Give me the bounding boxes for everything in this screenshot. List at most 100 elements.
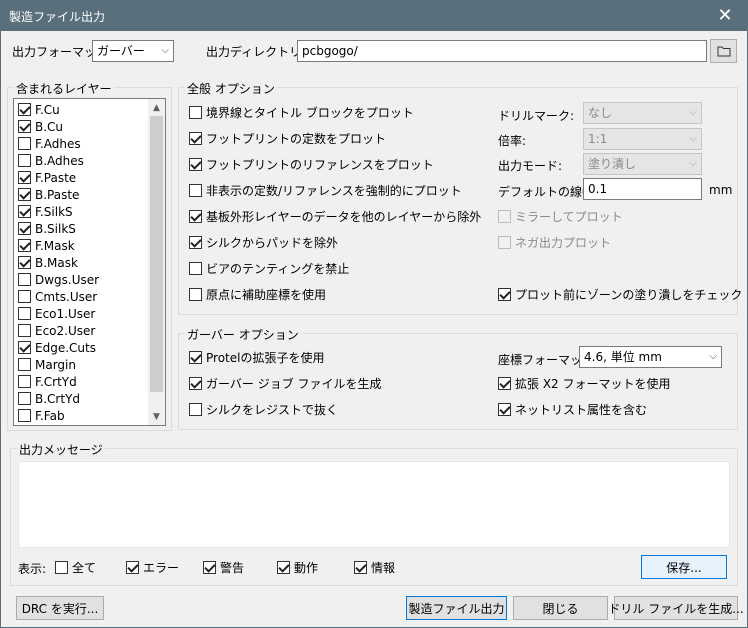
layer-item[interactable]: F.SilkS [18, 203, 73, 220]
filter-checkbox[interactable]: エラー [126, 559, 179, 575]
general-option-checkbox[interactable]: 非表示の定数/リファレンスを強制的にプロット [189, 182, 462, 198]
browse-folder-button[interactable] [710, 39, 737, 63]
general-option-checkbox[interactable]: 境界線とタイトル ブロックをプロット [189, 104, 414, 120]
layer-item[interactable]: F.Cu [18, 101, 60, 118]
layer-item[interactable]: B.Adhes [18, 152, 84, 169]
layer-item[interactable]: Cmts.User [18, 288, 97, 305]
checkbox-box [189, 183, 202, 197]
chevron-down-icon: ⌵ [709, 351, 717, 362]
plot-button[interactable]: 製造ファイル出力 [406, 596, 507, 620]
drill-mark-select[interactable]: なし ⌵ [583, 102, 702, 124]
gerber-option-checkbox-label: シルクをレジストで抜く [206, 402, 339, 417]
checkbox-box [354, 560, 367, 574]
checkbox-box [18, 392, 31, 405]
format-value: ガーバー [97, 44, 145, 58]
layer-name: Eco1.User [35, 306, 96, 321]
zone-check-checkbox[interactable]: プロット前にゾーンの塗り潰しをチェック [498, 286, 742, 302]
layer-item[interactable]: F.Paste [18, 169, 76, 186]
layer-item[interactable]: Dwgs.User [18, 271, 99, 288]
general-option-checkbox-label: ビアのテンティングを禁止 [206, 261, 350, 276]
line-width-input[interactable]: 0.1 [583, 178, 702, 200]
general-option-checkbox[interactable]: フットプリントの定数をプロット [189, 130, 386, 146]
mirror-checkbox[interactable]: ミラーしてプロット [498, 208, 623, 224]
netlist-attr-checkbox[interactable]: ネットリスト属性を含む [498, 401, 647, 417]
layer-item[interactable]: B.Cu [18, 118, 63, 135]
checkbox-box [18, 375, 31, 388]
generate-drill-button[interactable]: ドリル ファイルを生成... [608, 596, 744, 620]
layer-item[interactable]: Edge.Cuts [18, 339, 96, 356]
general-option-checkbox-label: フットプリントのリファレンスをプロット [206, 157, 434, 172]
general-option-checkbox[interactable]: 基板外形レイヤーのデータを他のレイヤーから除外 [189, 208, 481, 224]
checkbox-box [189, 105, 202, 119]
layer-item[interactable]: B.SilkS [18, 220, 76, 237]
layer-item[interactable]: F.Adhes [18, 135, 81, 152]
layer-item[interactable]: F.Mask [18, 237, 75, 254]
chevron-down-icon: ⌵ [689, 133, 697, 144]
layer-name: Eco2.User [35, 323, 96, 338]
checkbox-box [18, 154, 31, 167]
directory-input[interactable]: pcbgogo/ [297, 40, 707, 62]
checkbox-box [203, 560, 216, 574]
close-button[interactable]: 閉じる [513, 596, 608, 620]
general-options-title: 全般 オプション [185, 80, 277, 97]
checkbox-box [18, 103, 31, 116]
checkbox-box [18, 137, 31, 150]
filter-checkbox[interactable]: 全て [55, 559, 96, 575]
gerber-option-checkbox-label: Protelの拡張子を使用 [206, 350, 325, 365]
layers-list[interactable]: F.Cu B.Cu F.Adhes B.Adhes F.Paste B.Paste F.Si… [13, 98, 166, 426]
checkbox-box [18, 222, 31, 235]
messages-output[interactable] [18, 461, 730, 548]
show-label: 表示: [18, 562, 47, 576]
folder-icon [717, 46, 730, 57]
x2-format-checkbox[interactable]: 拡張 X2 フォーマットを使用 [498, 375, 671, 391]
run-drc-button[interactable]: DRC を実行... [16, 596, 104, 620]
negative-checkbox[interactable]: ネガ出力プロット [498, 234, 611, 250]
close-icon[interactable]: ✕ [702, 0, 748, 31]
scale-value: 1:1 [588, 132, 608, 146]
layer-name: Margin [35, 357, 76, 372]
zone-check-label: プロット前にゾーンの塗り潰しをチェック [515, 287, 743, 302]
scroll-up-icon[interactable]: ▲ [148, 99, 165, 116]
layer-item[interactable]: B.Mask [18, 254, 78, 271]
scroll-down-icon[interactable]: ▼ [148, 408, 165, 425]
gerber-option-checkbox[interactable]: Protelの拡張子を使用 [189, 349, 324, 365]
checkbox-box [18, 171, 31, 184]
checkbox-box [18, 205, 31, 218]
scroll-thumb[interactable] [150, 116, 163, 392]
scale-select[interactable]: 1:1 ⌵ [583, 128, 702, 150]
plot-mode-select[interactable]: 塗り潰し ⌵ [583, 153, 702, 175]
general-option-checkbox[interactable]: フットプリントのリファレンスをプロット [189, 156, 434, 172]
layer-name: B.Mask [35, 255, 78, 270]
layer-item[interactable]: B.Paste [18, 186, 79, 203]
general-option-checkbox[interactable]: 原点に補助座標を使用 [189, 286, 326, 302]
save-messages-button[interactable]: 保存... [641, 555, 727, 579]
general-option-checkbox[interactable]: シルクからパッドを除外 [189, 234, 338, 250]
layer-item[interactable]: Eco2.User [18, 322, 95, 339]
checkbox-box [18, 273, 31, 286]
filter-checkbox[interactable]: 警告 [203, 559, 244, 575]
layer-item[interactable]: B.CrtYd [18, 390, 80, 407]
layer-name: B.Cu [35, 119, 64, 134]
layer-name: Cmts.User [35, 289, 98, 304]
checkbox-box [189, 209, 202, 223]
general-option-checkbox[interactable]: ビアのテンティングを禁止 [189, 260, 349, 276]
format-select[interactable]: ガーバー ⌵ [92, 40, 174, 62]
gerber-option-checkbox[interactable]: シルクをレジストで抜く [189, 401, 338, 417]
filter-checkbox[interactable]: 動作 [277, 559, 318, 575]
filter-checkbox[interactable]: 情報 [354, 559, 395, 575]
layers-scrollbar[interactable]: ▲ ▼ [148, 99, 165, 425]
layer-item[interactable]: Margin [18, 356, 76, 373]
filter-checkbox-label: 情報 [371, 560, 396, 575]
coord-format-select[interactable]: 4.6, 単位 mm ⌵ [579, 346, 722, 368]
layer-item[interactable]: F.CrtYd [18, 373, 77, 390]
checkbox-box [189, 131, 202, 145]
gerber-options-title: ガーバー オプション [185, 326, 301, 343]
layer-item[interactable]: F.Fab [18, 407, 65, 424]
messages-title: 出力メッセージ [17, 441, 105, 458]
layer-item[interactable]: Eco1.User [18, 305, 95, 322]
checkbox-box [55, 560, 68, 574]
gerber-option-checkbox-label: ガーバー ジョブ ファイルを生成 [206, 376, 382, 391]
checkbox-box [189, 350, 202, 364]
gerber-option-checkbox[interactable]: ガーバー ジョブ ファイルを生成 [189, 375, 382, 391]
layer-name: F.Paste [35, 170, 77, 185]
